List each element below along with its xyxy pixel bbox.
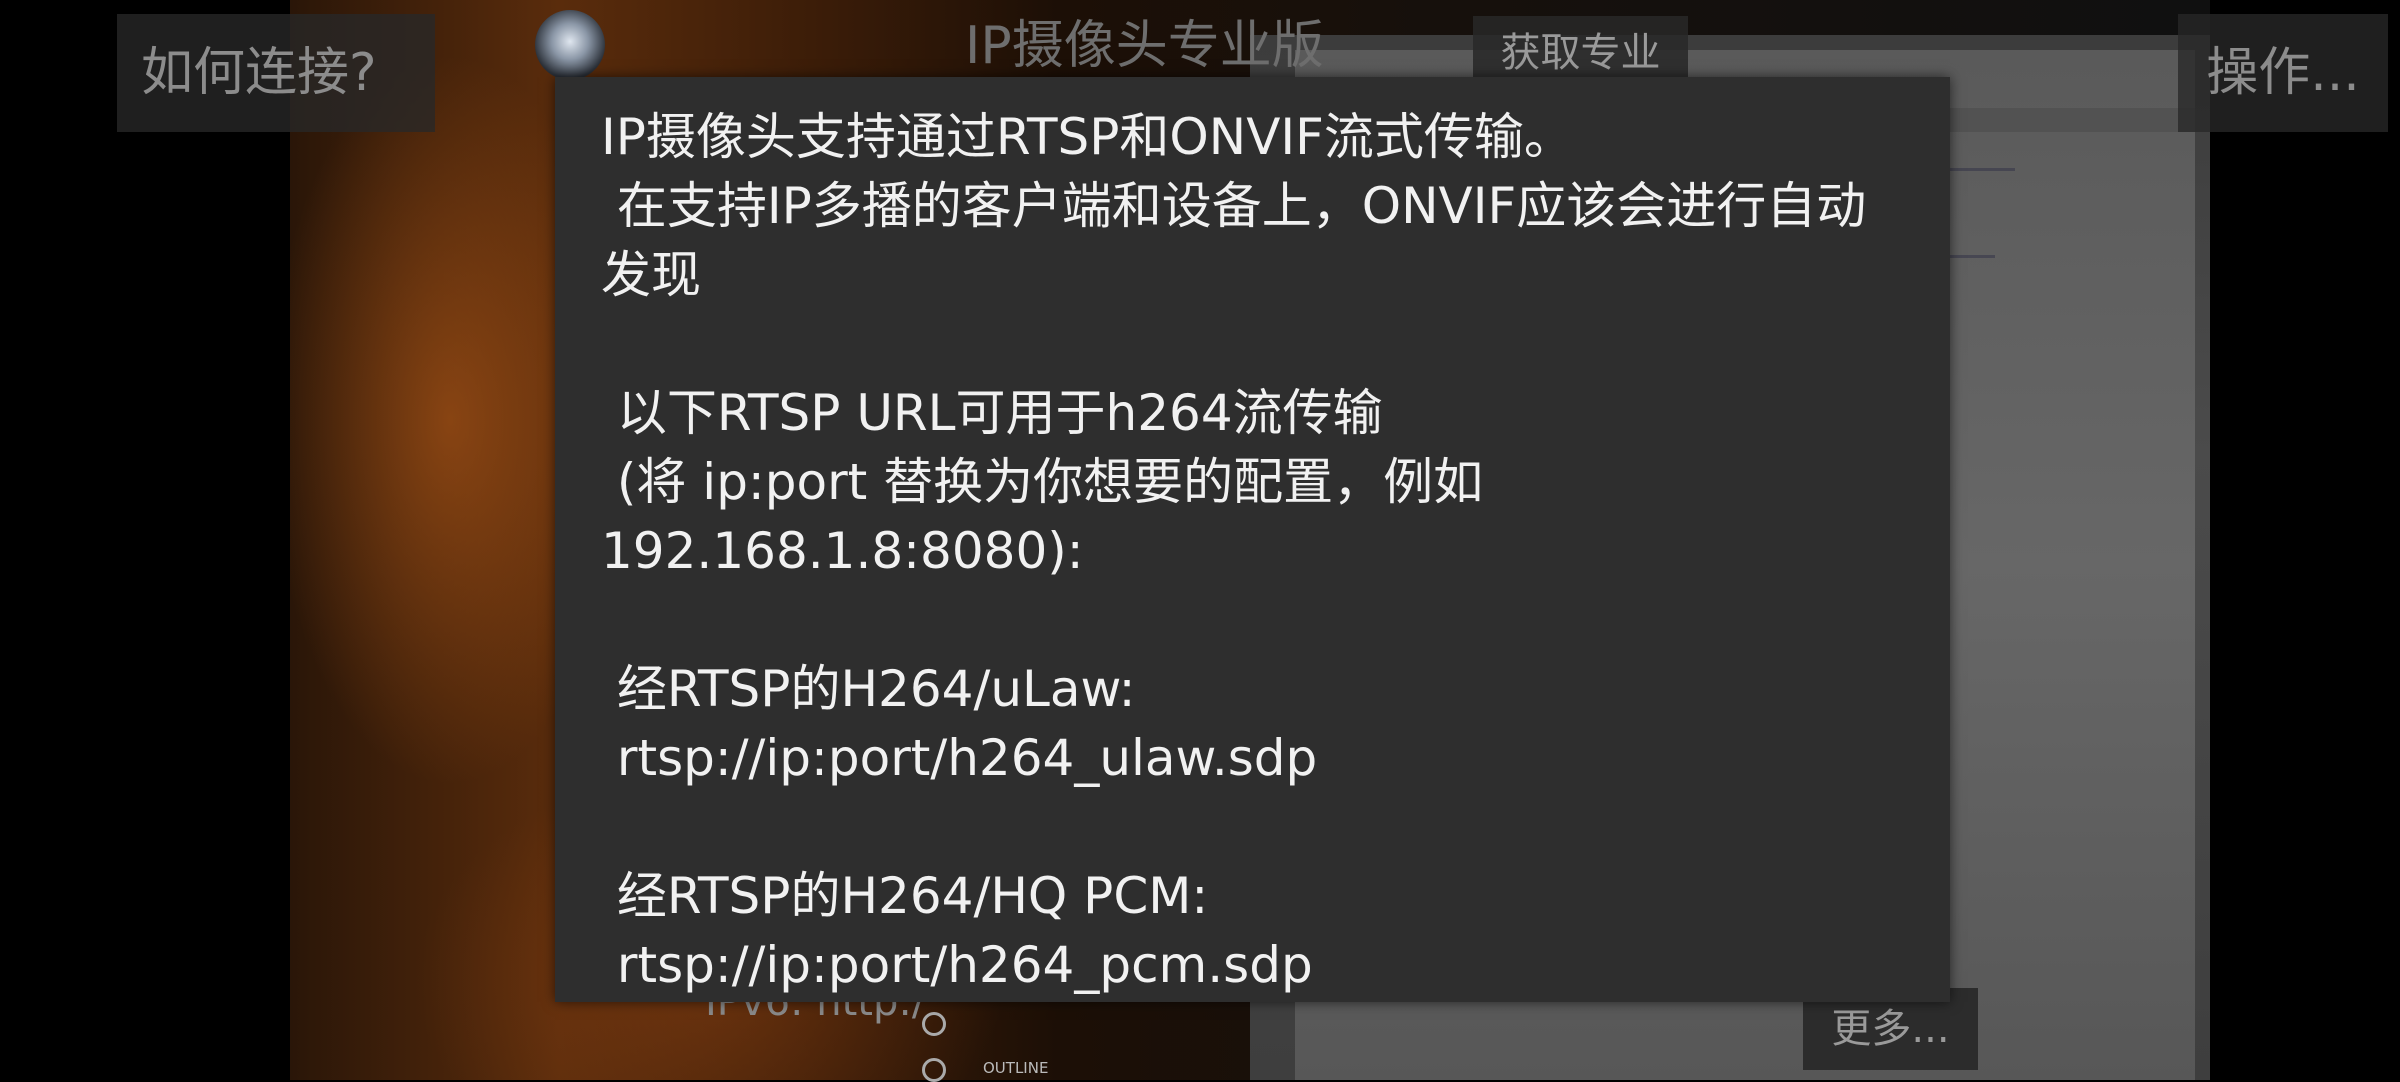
connection-info-dialog: IP摄像头支持通过RTSP和ONVIF流式传输。 在支持IP多播的客户端和设备上…: [555, 77, 1950, 1002]
how-to-connect-button[interactable]: 如何连接?: [117, 14, 435, 132]
dialog-text: IP摄像头支持通过RTSP和ONVIF流式传输。 在支持IP多播的客户端和设备上…: [601, 108, 1867, 994]
app-title: IP摄像头专业版: [965, 16, 1324, 76]
actions-button[interactable]: 操作...: [2178, 14, 2388, 132]
settings-icon: [922, 1058, 946, 1082]
outline-label: OUTLINE: [983, 1059, 1049, 1077]
app-camera-icon: [535, 10, 605, 80]
user-icon: [922, 1012, 946, 1036]
